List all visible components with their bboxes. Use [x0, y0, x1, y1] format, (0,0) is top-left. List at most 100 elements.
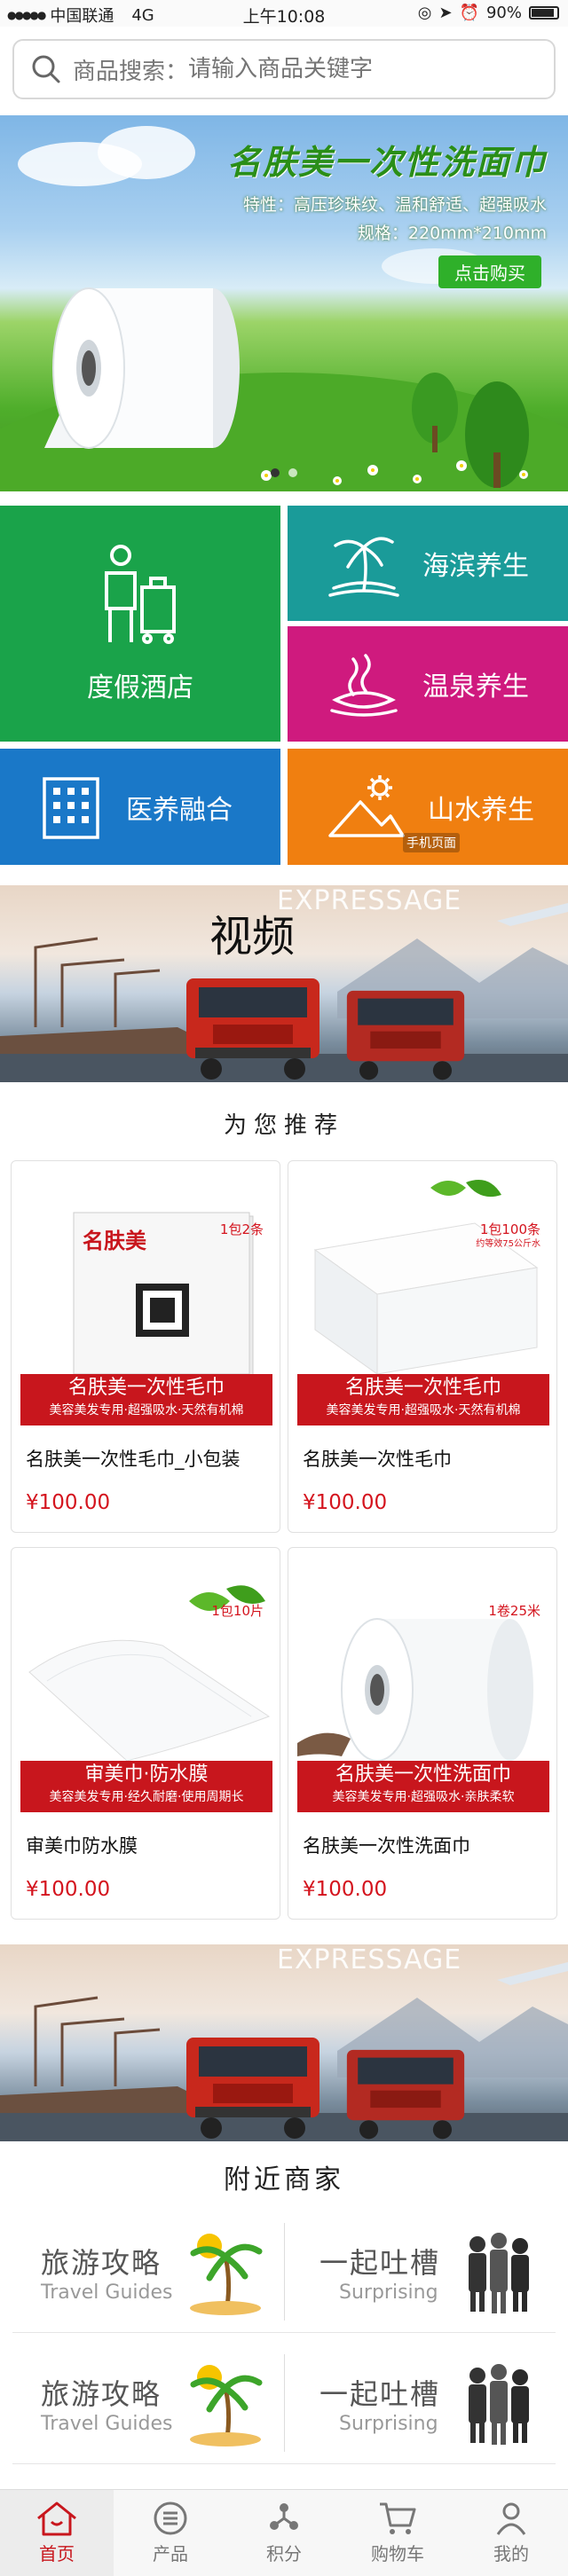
- product-price: ¥100.00: [303, 1491, 388, 1514]
- search-input[interactable]: [188, 56, 482, 82]
- traveler-luggage-icon: [105, 545, 176, 644]
- video-label: 视频: [209, 912, 296, 962]
- tab-cart[interactable]: 购物车: [341, 2490, 454, 2576]
- towel-pack-icon: [73, 1212, 254, 1378]
- nearby-surprising[interactable]: 一起吐槽 Surprising: [284, 2342, 556, 2464]
- nearby-sublabel: Travel Guides: [41, 2281, 173, 2304]
- product-image: 1包100条 约等效75公斤水: [297, 1170, 549, 1383]
- cart-icon: [380, 2502, 416, 2534]
- tab-label: 产品: [153, 2543, 188, 2564]
- palm-island-icon: [190, 2365, 263, 2446]
- business-people-icon: [469, 2364, 529, 2445]
- product-banner: 名肤美一次性洗面巾 美容美发专用·超强吸水·亲肤柔软: [297, 1761, 549, 1812]
- divider: [12, 2463, 556, 2464]
- banner-overlay-text: EXPRESSAGE: [277, 1944, 462, 1975]
- location-icon: ➤: [438, 4, 453, 22]
- category-hot-spring[interactable]: 温泉养生: [288, 626, 568, 742]
- product-price: ¥100.00: [26, 1491, 111, 1514]
- product-banner-title: 名肤美一次性毛巾: [67, 1377, 225, 1399]
- nearby-surprising[interactable]: 一起吐槽 Surprising: [284, 2211, 556, 2333]
- product-banner-sub: 美容美发专用·经久耐磨·使用周期长: [49, 1790, 244, 1804]
- tab-points[interactable]: 积分: [227, 2490, 341, 2576]
- business-people-icon: [469, 2233, 529, 2313]
- alarm-icon: ⏰: [459, 4, 479, 22]
- category-resort-hotel[interactable]: 度假酒店: [0, 506, 280, 742]
- nearby-title: 附近商家: [224, 2164, 344, 2195]
- tab-label: 积分: [266, 2543, 302, 2564]
- banner-overlay-text: EXPRESSAGE: [277, 885, 462, 916]
- category-grid: 度假酒店 海滨养生 温泉养生 医养融合 山水养生 手机页面: [0, 506, 568, 865]
- product-card[interactable]: 1卷25米 名肤美一次性洗面巾 美容美发专用·超强吸水·亲肤柔软 名肤美一次性洗…: [288, 1547, 557, 1920]
- nearby-sublabel: Surprising: [339, 2281, 438, 2304]
- product-banner-title: 审美巾·防水膜: [84, 1763, 209, 1786]
- category-landscape[interactable]: 山水养生 手机页面: [288, 749, 568, 865]
- product-name[interactable]: 名肤美一次性毛巾: [303, 1445, 452, 1472]
- product-banner-title: 名肤美一次性洗面巾: [335, 1763, 511, 1786]
- product-banner-sub: 美容美发专用·超强吸水·天然有机棉: [326, 1403, 521, 1418]
- list-icon: [154, 2501, 187, 2535]
- search-bar[interactable]: 商品搜索：: [12, 39, 556, 99]
- battery-icon: [529, 6, 559, 20]
- film-sheet-icon: [28, 1585, 271, 1762]
- brand-logo: 名肤美: [83, 1228, 146, 1253]
- category-label: 山水养生: [428, 794, 534, 826]
- truck-illustration: [186, 2038, 320, 2139]
- category-medical-care[interactable]: 医养融合: [0, 749, 280, 865]
- towel-roll-icon: [297, 1618, 533, 1762]
- product-card[interactable]: 1包10片 审美巾·防水膜 美容美发专用·经久耐磨·使用周期长 审美巾防水膜 ¥…: [11, 1547, 280, 1920]
- status-bar: ●●●●● 中国联通 4G 上午10:08 ◎ ➤ ⏰ 90%: [0, 0, 568, 27]
- nearby-sublabel: Surprising: [339, 2413, 438, 2435]
- product-banner-title: 名肤美一次性毛巾: [344, 1377, 501, 1399]
- page-watermark: 手机页面: [403, 833, 460, 852]
- category-seaside[interactable]: 海滨养生: [288, 506, 568, 621]
- search-icon: [32, 55, 60, 83]
- product-name[interactable]: 审美巾防水膜: [26, 1832, 138, 1858]
- pack-size: 1卷25米: [488, 1603, 540, 1619]
- category-label: 度假酒店: [87, 672, 193, 703]
- category-label: 海滨养生: [422, 551, 529, 582]
- tab-label: 我的: [493, 2543, 529, 2564]
- towel-stack-icon: [313, 1180, 539, 1375]
- carousel-indicator[interactable]: [0, 468, 568, 477]
- product-name[interactable]: 名肤美一次性洗面巾: [303, 1832, 470, 1858]
- product-banner: 名肤美一次性毛巾 美容美发专用·超强吸水·天然有机棉: [297, 1374, 549, 1425]
- product-name[interactable]: 名肤美一次性毛巾_小包装: [26, 1445, 241, 1472]
- home-icon: [37, 2501, 76, 2536]
- truck-illustration: [346, 2049, 465, 2140]
- promo-banner[interactable]: EXPRESSAGE: [0, 1944, 568, 2141]
- user-icon: [496, 2502, 526, 2535]
- search-label: 商品搜索：: [73, 58, 189, 85]
- buy-now-button[interactable]: 点击购买: [438, 255, 541, 288]
- product-card[interactable]: 1包100条 约等效75公斤水 名肤美一次性毛巾 美容美发专用·超强吸水·天然有…: [288, 1160, 557, 1533]
- nearby-travel-guides[interactable]: 旅游攻略 Travel Guides: [12, 2211, 284, 2333]
- product-image: 1卷25米: [297, 1557, 549, 1770]
- nearby-label: 旅游攻略: [41, 2246, 162, 2280]
- product-banner: 名肤美一次性毛巾 美容美发专用·超强吸水·天然有机棉: [20, 1374, 272, 1425]
- product-card[interactable]: 名肤美 1包2条 名肤美一次性毛巾 美容美发专用·超强吸水·天然有机棉 名肤美一…: [11, 1160, 280, 1533]
- tab-me[interactable]: 我的: [454, 2490, 568, 2576]
- product-image: 名肤美 1包2条: [20, 1170, 272, 1383]
- nearby-travel-guides[interactable]: 旅游攻略 Travel Guides: [12, 2342, 284, 2464]
- points-icon: [270, 2503, 298, 2530]
- palm-island-icon: [190, 2234, 263, 2315]
- nearby-label: 一起吐槽: [320, 2377, 441, 2411]
- category-label: 温泉养生: [422, 671, 529, 703]
- tab-label: 首页: [39, 2543, 75, 2564]
- product-price: ¥100.00: [26, 1878, 111, 1901]
- product-price: ¥100.00: [303, 1878, 388, 1901]
- mountain-sun-icon: [328, 774, 405, 837]
- truck-illustration: [186, 978, 320, 1080]
- towel-roll-illustration: [44, 287, 240, 449]
- tab-home[interactable]: 首页: [0, 2490, 114, 2576]
- video-banner[interactable]: EXPRESSAGE 视频: [0, 885, 568, 1082]
- pack-note: 约等效75公斤水: [476, 1239, 540, 1249]
- building-icon: [43, 776, 99, 839]
- hero-banner[interactable]: 名肤美一次性洗面巾 特性：高压珍珠纹、温和舒适、超强吸水 规格：220mm*21…: [0, 115, 568, 491]
- rotation-lock-icon: ◎: [417, 4, 432, 22]
- carousel-dot[interactable]: [288, 468, 297, 477]
- carousel-dot[interactable]: [271, 468, 280, 477]
- divider: [12, 2332, 556, 2333]
- banner-title: 名肤美一次性洗面巾: [226, 142, 547, 182]
- pack-size: 1包10片: [211, 1603, 264, 1619]
- tab-products[interactable]: 产品: [114, 2490, 227, 2576]
